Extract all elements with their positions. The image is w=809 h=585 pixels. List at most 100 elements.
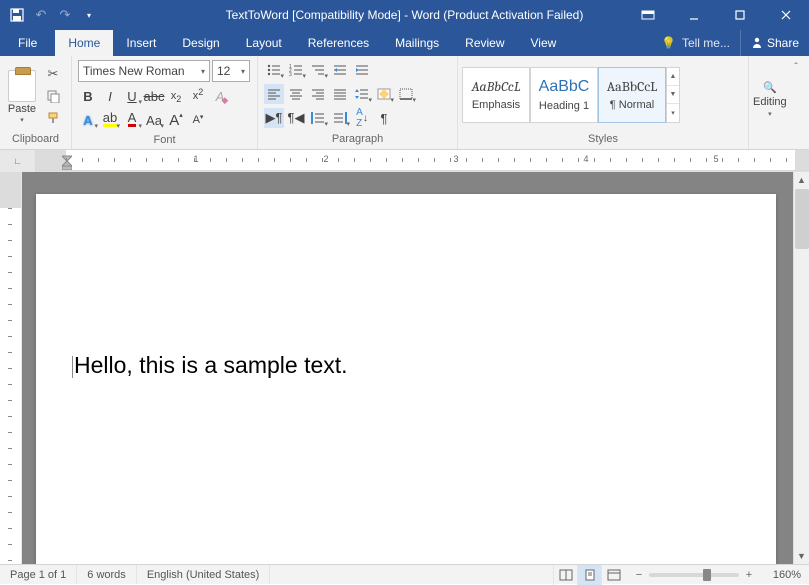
scroll-down-icon[interactable]: ▼ (794, 548, 809, 564)
tab-layout[interactable]: Layout (233, 30, 295, 56)
status-bar: Page 1 of 1 6 words English (United Stat… (0, 564, 809, 584)
highlight-button[interactable]: ab (100, 110, 120, 130)
tell-me-search[interactable]: 💡 Tell me... (651, 30, 740, 56)
undo-icon[interactable]: ↶ (30, 4, 52, 26)
line-spacing-button[interactable] (352, 84, 372, 104)
share-button[interactable]: Share (740, 30, 809, 56)
window-controls (625, 0, 809, 30)
shading-button[interactable] (374, 84, 394, 104)
strikethrough-button[interactable]: abc (144, 86, 164, 106)
subscript-button[interactable]: x2 (166, 86, 186, 106)
qat-customize-icon[interactable]: ▾ (78, 4, 100, 26)
group-paragraph: 123 ▶¶ ¶◀ AZ↓ ¶ (258, 56, 458, 149)
styles-gallery-more[interactable]: ▲ ▼ ▾ (666, 67, 680, 123)
ruler-area: ∟ 12345 (0, 150, 809, 172)
italic-button[interactable]: I (100, 86, 120, 106)
align-left-button[interactable] (264, 84, 284, 104)
cut-button[interactable]: ✂ (42, 64, 64, 84)
decrease-indent-button[interactable] (330, 60, 350, 80)
editing-menu-button[interactable]: 🔍 Editing ▾ (753, 71, 787, 118)
numbering-button[interactable]: 123 (286, 60, 306, 80)
lightbulb-icon: 💡 (661, 36, 676, 50)
language-status[interactable]: English (United States) (137, 565, 271, 584)
shrink-font-button[interactable]: A▾ (188, 110, 208, 130)
vertical-scrollbar[interactable]: ▲ ▼ (793, 172, 809, 564)
ribbon-display-icon[interactable] (625, 0, 671, 30)
tab-view[interactable]: View (518, 30, 570, 56)
zoom-slider-thumb[interactable] (703, 569, 711, 581)
close-button[interactable] (763, 0, 809, 30)
clear-formatting-button[interactable]: A◆ (210, 86, 230, 106)
save-icon[interactable] (6, 4, 28, 26)
chevron-up-icon: ▲ (667, 68, 679, 86)
read-mode-button[interactable] (553, 565, 577, 585)
style-emphasis[interactable]: AaBbCcL Emphasis (462, 67, 530, 123)
zoom-value[interactable]: 160% (759, 569, 801, 581)
tab-home[interactable]: Home (55, 30, 113, 56)
maximize-button[interactable] (717, 0, 763, 30)
align-right-button[interactable] (308, 84, 328, 104)
indent-right-button[interactable] (330, 108, 350, 128)
horizontal-ruler[interactable]: 12345 (36, 150, 809, 171)
zoom-out-button[interactable]: − (633, 569, 645, 581)
font-size-combo[interactable]: 12 ▾ (212, 60, 250, 82)
increase-indent-button[interactable] (352, 60, 372, 80)
tab-insert[interactable]: Insert (113, 30, 169, 56)
document-body[interactable]: Hello, this is a sample text. (72, 352, 348, 379)
show-paragraph-marks-button[interactable]: ¶ (374, 108, 394, 128)
font-color-button[interactable]: A (122, 110, 142, 130)
text-effects-button[interactable]: A (78, 110, 98, 130)
ruler-margin-right (795, 150, 809, 170)
quick-access-toolbar: ↶ ↷ ▾ (0, 4, 100, 26)
ltr-direction-button[interactable]: ▶¶ (264, 108, 284, 128)
redo-icon[interactable]: ↷ (54, 4, 76, 26)
print-layout-button[interactable] (577, 565, 601, 585)
svg-text:2: 2 (289, 68, 292, 74)
title-bar: ↶ ↷ ▾ TextToWord [Compatibility Mode] - … (0, 0, 809, 30)
align-center-button[interactable] (286, 84, 306, 104)
rtl-direction-button[interactable]: ¶◀ (286, 108, 306, 128)
tab-mailings[interactable]: Mailings (382, 30, 452, 56)
borders-button[interactable] (396, 84, 416, 104)
paste-button[interactable]: Paste ▾ (4, 66, 40, 124)
page[interactable]: Hello, this is a sample text. (36, 194, 776, 564)
tab-file[interactable]: File (0, 30, 55, 56)
justify-button[interactable] (330, 84, 350, 104)
tab-design[interactable]: Design (169, 30, 232, 56)
scroll-thumb[interactable] (795, 189, 809, 249)
word-count[interactable]: 6 words (77, 565, 137, 584)
tab-references[interactable]: References (295, 30, 382, 56)
font-name-combo[interactable]: Times New Roman ▾ (78, 60, 210, 82)
style-normal[interactable]: AaBbCcL ¶ Normal (598, 67, 666, 123)
underline-button[interactable]: U (122, 86, 142, 106)
web-layout-button[interactable] (601, 565, 625, 585)
grow-font-button[interactable]: A▴ (166, 110, 186, 130)
document-area[interactable]: Hello, this is a sample text. ▲ ▼ (22, 172, 809, 564)
tab-selector[interactable]: ∟ (0, 150, 36, 172)
superscript-button[interactable]: x2 (188, 86, 208, 106)
collapse-ribbon-button[interactable]: ˆ (787, 60, 805, 74)
first-line-indent-marker[interactable] (62, 152, 72, 168)
indent-left-button[interactable] (308, 108, 328, 128)
bold-button[interactable]: B (78, 86, 98, 106)
scroll-track[interactable] (794, 188, 809, 548)
ruler-number: 4 (583, 154, 588, 164)
change-case-button[interactable]: Aa (144, 110, 164, 130)
zoom-in-button[interactable]: + (743, 569, 755, 581)
chevron-down-icon: ▾ (201, 67, 205, 76)
format-painter-button[interactable] (42, 108, 64, 128)
tell-me-label: Tell me... (682, 36, 730, 50)
minimize-button[interactable] (671, 0, 717, 30)
bullets-button[interactable] (264, 60, 284, 80)
tab-review[interactable]: Review (452, 30, 517, 56)
vertical-ruler[interactable] (0, 172, 22, 564)
copy-button[interactable] (42, 86, 64, 106)
scroll-up-icon[interactable]: ▲ (794, 172, 809, 188)
style-heading1[interactable]: AaBbC Heading 1 (530, 67, 598, 123)
sort-button[interactable]: AZ↓ (352, 108, 372, 128)
page-count[interactable]: Page 1 of 1 (0, 565, 77, 584)
zoom-slider[interactable] (649, 573, 739, 577)
multilevel-list-button[interactable] (308, 60, 328, 80)
font-group-label: Font (72, 134, 257, 149)
svg-text:1: 1 (289, 64, 292, 70)
